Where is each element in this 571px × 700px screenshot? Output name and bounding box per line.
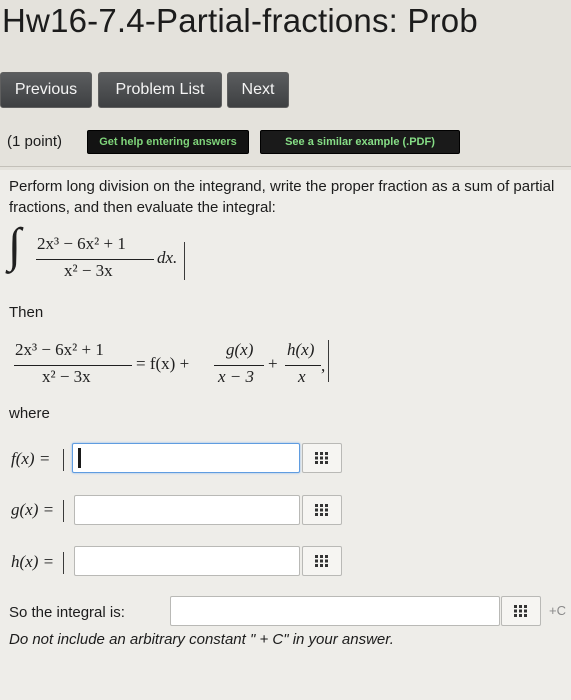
next-button[interactable]: Next (227, 72, 289, 108)
comma: , (321, 356, 326, 375)
caret-marker (63, 552, 64, 574)
problem-header: (1 point) Get help entering answers See … (0, 128, 571, 158)
g-fraction-bar (214, 365, 264, 366)
equals-fx: = f(x) + (136, 354, 190, 373)
caret-marker (328, 340, 329, 382)
keypad-grid-icon (514, 605, 527, 617)
integrand-denominator: x² − 3x (64, 261, 113, 280)
problem-navigation: Previous Problem List Next (0, 72, 571, 110)
g-denominator: x − 3 (218, 367, 255, 386)
keypad-grid-icon (315, 555, 328, 567)
integral-sign: ∫ (8, 219, 22, 272)
gx-answer-input[interactable] (74, 495, 300, 525)
h-denominator: x (298, 367, 306, 386)
integral-prompt: So the integral is: (9, 604, 125, 621)
problem-list-button[interactable]: Problem List (98, 72, 222, 108)
hx-label: h(x) = (11, 552, 55, 571)
plus-sign: + (268, 354, 278, 373)
fraction-bar (36, 259, 154, 260)
caret-marker (63, 500, 64, 522)
caret-marker (184, 242, 185, 280)
lhs-fraction-bar (14, 365, 132, 366)
page-title: Hw16-7.4-Partial-fractions: Prob (2, 2, 478, 39)
plus-c-label: +C (549, 603, 566, 618)
integral-dx: dx. (157, 248, 178, 267)
help-entering-answers-link[interactable]: Get help entering answers (87, 130, 249, 154)
gx-label: g(x) = (11, 500, 55, 519)
hx-answer-input[interactable] (74, 546, 300, 576)
caret-marker (63, 449, 64, 471)
lhs-denominator: x² − 3x (42, 367, 91, 386)
keypad-grid-icon (315, 504, 328, 516)
equation-editor-button-gx[interactable] (302, 495, 342, 525)
fx-answer-input[interactable] (72, 443, 300, 473)
g-numerator: g(x) (226, 340, 254, 359)
similar-example-link[interactable]: See a similar example (.PDF) (260, 130, 460, 154)
point-value: (1 point) (7, 133, 63, 150)
problem-body: Perform long division on the integrand, … (0, 170, 571, 700)
equation-editor-button-fx[interactable] (302, 443, 342, 473)
integral-answer-input[interactable] (170, 596, 500, 626)
problem-statement: Perform long division on the integrand, … (9, 178, 555, 216)
text-cursor (78, 448, 81, 468)
constant-note: Do not include an arbitrary constant " +… (9, 631, 394, 648)
fx-label: f(x) = (11, 449, 51, 468)
where-label: where (9, 405, 50, 422)
then-label: Then (9, 304, 44, 321)
keypad-grid-icon (315, 452, 328, 464)
h-fraction-bar (285, 365, 321, 366)
equation-editor-button-integral[interactable] (501, 596, 541, 626)
lhs-numerator: 2x³ − 6x² + 1 (15, 340, 104, 359)
h-numerator: h(x) (287, 340, 315, 359)
previous-button[interactable]: Previous (0, 72, 92, 108)
divider (0, 166, 571, 167)
equation-editor-button-hx[interactable] (302, 546, 342, 576)
integrand-numerator: 2x³ − 6x² + 1 (37, 234, 126, 253)
